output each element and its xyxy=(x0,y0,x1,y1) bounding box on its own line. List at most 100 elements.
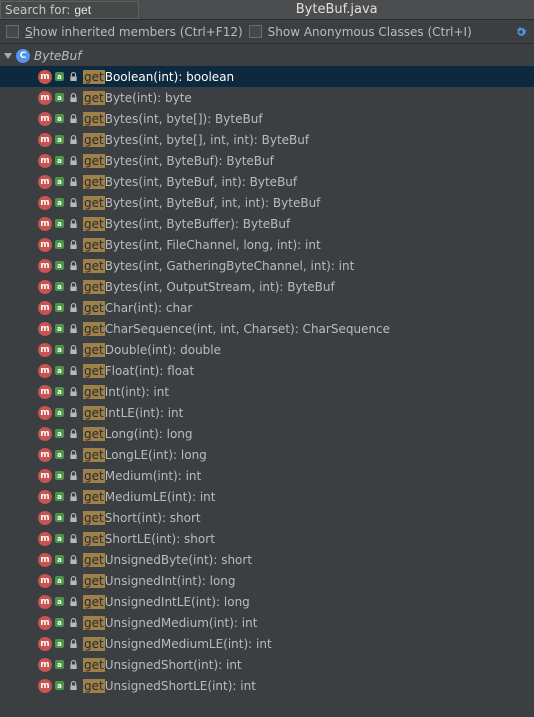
abstract-badge-icon: a xyxy=(55,114,64,123)
method-icon: m xyxy=(38,91,52,105)
match-highlight: get xyxy=(83,637,105,651)
method-row[interactable]: ma getBytes(int, GatheringByteChannel, in… xyxy=(0,255,534,276)
method-row[interactable]: magetShortLE(int): short xyxy=(0,528,534,549)
method-row[interactable]: magetBytes(int, OutputStream, int): Byte… xyxy=(0,276,534,297)
lock-icon xyxy=(68,555,78,565)
abstract-badge-icon: a xyxy=(55,135,64,144)
abstract-badge-icon: a xyxy=(55,387,64,396)
abstract-badge-icon: a xyxy=(55,261,64,270)
structure-tree[interactable]: C ByteBuf magetBoolean(int): booleanmage… xyxy=(0,44,534,698)
abstract-badge-icon: a xyxy=(55,429,64,438)
method-signature: getUnsignedIntLE(int): long xyxy=(83,595,250,609)
abstract-badge-icon: a xyxy=(55,660,64,669)
match-highlight: get xyxy=(83,658,105,672)
abstract-badge-icon: a xyxy=(55,366,64,375)
abstract-badge-icon: a xyxy=(55,471,64,480)
abstract-badge-icon: a xyxy=(55,597,64,606)
class-node[interactable]: C ByteBuf xyxy=(0,46,534,66)
abstract-badge-icon: a xyxy=(55,618,64,627)
method-signature: getChar(int): char xyxy=(83,301,192,315)
method-signature: getMediumLE(int): int xyxy=(83,490,215,504)
method-row[interactable]: magetMedium(int): int xyxy=(0,465,534,486)
method-row[interactable]: magetBytes(int, byte[], int, int): ByteB… xyxy=(0,129,534,150)
abstract-badge-icon: a xyxy=(55,681,64,690)
method-row[interactable]: magetByte(int): byte xyxy=(0,87,534,108)
lock-icon xyxy=(68,408,78,418)
method-row[interactable]: magetBytes(int, byte[]): ByteBuf xyxy=(0,108,534,129)
method-row[interactable]: magetBytes(int, FileChannel, long, int):… xyxy=(0,234,534,255)
abstract-badge-icon: a xyxy=(55,303,64,312)
inherited-label[interactable]: Show inherited members (Ctrl+F12) xyxy=(25,25,243,39)
match-highlight: get xyxy=(83,217,105,231)
lock-icon xyxy=(68,114,78,124)
method-row[interactable]: magetUnsignedInt(int): long xyxy=(0,570,534,591)
match-highlight: get xyxy=(83,406,105,420)
method-row[interactable]: magetBytes(int, ByteBuffer): ByteBuf xyxy=(0,213,534,234)
method-icon: m xyxy=(38,532,52,546)
method-row[interactable]: magetUnsignedShort(int): int xyxy=(0,654,534,675)
lock-icon xyxy=(68,219,78,229)
method-row[interactable]: magetFloat(int): float xyxy=(0,360,534,381)
anonymous-checkbox[interactable] xyxy=(249,25,262,38)
match-highlight: get xyxy=(83,91,105,105)
method-icon: m xyxy=(38,385,52,399)
search-input[interactable] xyxy=(74,3,134,17)
lock-icon xyxy=(68,282,78,292)
method-icon: m xyxy=(38,679,52,693)
method-row[interactable]: magetUnsignedShortLE(int): int xyxy=(0,675,534,696)
lock-icon xyxy=(68,261,78,271)
match-highlight: get xyxy=(83,238,105,252)
lock-icon xyxy=(68,450,78,460)
method-icon: m xyxy=(38,448,52,462)
method-signature: getUnsignedMedium(int): int xyxy=(83,616,257,630)
method-row[interactable]: magetLongLE(int): long xyxy=(0,444,534,465)
method-row[interactable]: magetDouble(int): double xyxy=(0,339,534,360)
match-highlight: get xyxy=(83,427,105,441)
match-highlight: get xyxy=(83,511,105,525)
lock-icon xyxy=(68,492,78,502)
method-row[interactable]: magetMediumLE(int): int xyxy=(0,486,534,507)
method-row[interactable]: magetLong(int): long xyxy=(0,423,534,444)
method-icon: m xyxy=(38,133,52,147)
method-icon: m xyxy=(38,259,52,273)
method-row[interactable]: magetUnsignedByte(int): short xyxy=(0,549,534,570)
method-row[interactable]: magetIntLE(int): int xyxy=(0,402,534,423)
lock-icon xyxy=(68,681,78,691)
method-signature: getUnsignedInt(int): long xyxy=(83,574,236,588)
method-row[interactable]: magetShort(int): short xyxy=(0,507,534,528)
method-signature: getUnsignedShort(int): int xyxy=(83,658,242,672)
method-row[interactable]: magetBytes(int, ByteBuf, int): ByteBuf xyxy=(0,171,534,192)
inherited-checkbox[interactable] xyxy=(6,25,19,38)
method-row[interactable]: magetUnsignedMedium(int): int xyxy=(0,612,534,633)
method-signature: getBytes(int, ByteBuf, int, int): ByteBu… xyxy=(83,196,320,210)
method-signature: getBytes(int, GatheringByteChannel, int)… xyxy=(83,259,354,273)
method-row[interactable]: magetCharSequence(int, int, Charset): Ch… xyxy=(0,318,534,339)
lock-icon xyxy=(68,387,78,397)
method-icon: m xyxy=(38,574,52,588)
method-icon: m xyxy=(38,469,52,483)
method-icon: m xyxy=(38,511,52,525)
method-row[interactable]: magetBoolean(int): boolean xyxy=(0,66,534,87)
lock-icon xyxy=(68,303,78,313)
gear-icon[interactable] xyxy=(514,25,528,39)
search-box[interactable]: Search for: xyxy=(0,1,139,19)
method-row[interactable]: magetUnsignedMediumLE(int): int xyxy=(0,633,534,654)
method-row[interactable]: magetInt(int): int xyxy=(0,381,534,402)
method-row[interactable]: magetBytes(int, ByteBuf): ByteBuf xyxy=(0,150,534,171)
method-icon: m xyxy=(38,217,52,231)
method-icon: m xyxy=(38,154,52,168)
method-row[interactable]: magetBytes(int, ByteBuf, int, int): Byte… xyxy=(0,192,534,213)
abstract-badge-icon: a xyxy=(55,219,64,228)
method-row[interactable]: magetUnsignedIntLE(int): long xyxy=(0,591,534,612)
method-row[interactable]: magetChar(int): char xyxy=(0,297,534,318)
abstract-badge-icon: a xyxy=(55,72,64,81)
method-signature: getUnsignedMediumLE(int): int xyxy=(83,637,272,651)
match-highlight: get xyxy=(83,112,105,126)
method-icon: m xyxy=(38,553,52,567)
method-signature: getBytes(int, ByteBuf, int): ByteBuf xyxy=(83,175,297,189)
match-highlight: get xyxy=(83,196,105,210)
match-highlight: get xyxy=(83,553,105,567)
anonymous-label[interactable]: Show Anonymous Classes (Ctrl+I) xyxy=(268,25,472,39)
expand-icon[interactable] xyxy=(4,53,12,59)
method-signature: getIntLE(int): int xyxy=(83,406,183,420)
